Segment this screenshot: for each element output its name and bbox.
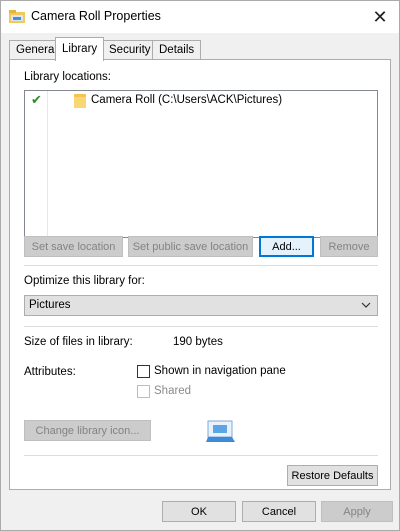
library-preview-icon — [206, 420, 235, 442]
ok-button[interactable]: OK — [162, 501, 236, 522]
divider — [24, 265, 378, 266]
optimize-label: Optimize this library for: — [24, 275, 145, 287]
library-locations-label: Library locations: — [24, 71, 111, 83]
tab-library[interactable]: Library — [55, 37, 105, 61]
divider — [24, 326, 378, 327]
divider — [24, 455, 378, 456]
library-folder-icon — [9, 10, 25, 23]
optimize-selected-value: Pictures — [29, 299, 71, 311]
shown-in-navigation-label: Shown in navigation pane — [154, 365, 286, 377]
location-path: Camera Roll (C:\Users\ACK\Pictures) — [91, 94, 283, 106]
tab-details[interactable]: Details — [152, 40, 202, 60]
size-value: 190 bytes — [173, 336, 223, 348]
apply-button[interactable]: Apply — [321, 501, 393, 522]
change-library-icon-button[interactable]: Change library icon... — [24, 420, 151, 441]
library-locations-list[interactable]: ✔ Camera Roll (C:\Users\ACK\Pictures) — [24, 90, 378, 238]
shown-in-navigation-checkbox[interactable] — [137, 365, 150, 378]
size-label: Size of files in library: — [24, 336, 133, 348]
list-item[interactable]: ✔ Camera Roll (C:\Users\ACK\Pictures) — [25, 92, 377, 110]
shared-label: Shared — [154, 385, 192, 397]
default-save-check-icon: ✔ — [31, 92, 42, 107]
attributes-label: Attributes: — [24, 366, 76, 378]
cancel-button[interactable]: Cancel — [242, 501, 316, 522]
shared-checkbox[interactable] — [137, 385, 150, 398]
tab-security[interactable]: Security — [102, 40, 158, 60]
close-icon: ✕ — [372, 6, 388, 27]
add-location-button[interactable]: Add... — [259, 236, 314, 257]
window-title: Camera Roll Properties — [31, 9, 161, 23]
set-public-save-location-button[interactable]: Set public save location — [128, 236, 253, 257]
chevron-down-icon — [361, 302, 371, 308]
remove-location-button[interactable]: Remove — [320, 236, 378, 257]
folder-icon — [74, 94, 86, 108]
title-bar[interactable]: Camera Roll Properties ✕ — [1, 1, 399, 33]
optimize-dropdown[interactable]: Pictures — [24, 295, 378, 316]
library-tab-panel: Library locations: ✔ Camera Roll (C:\Use… — [9, 59, 391, 490]
properties-window: Camera Roll Properties ✕ General Library… — [0, 0, 400, 531]
close-button[interactable]: ✕ — [361, 1, 399, 33]
list-column-divider — [47, 91, 48, 237]
set-save-location-button[interactable]: Set save location — [24, 236, 123, 257]
restore-defaults-button[interactable]: Restore Defaults — [287, 465, 378, 486]
